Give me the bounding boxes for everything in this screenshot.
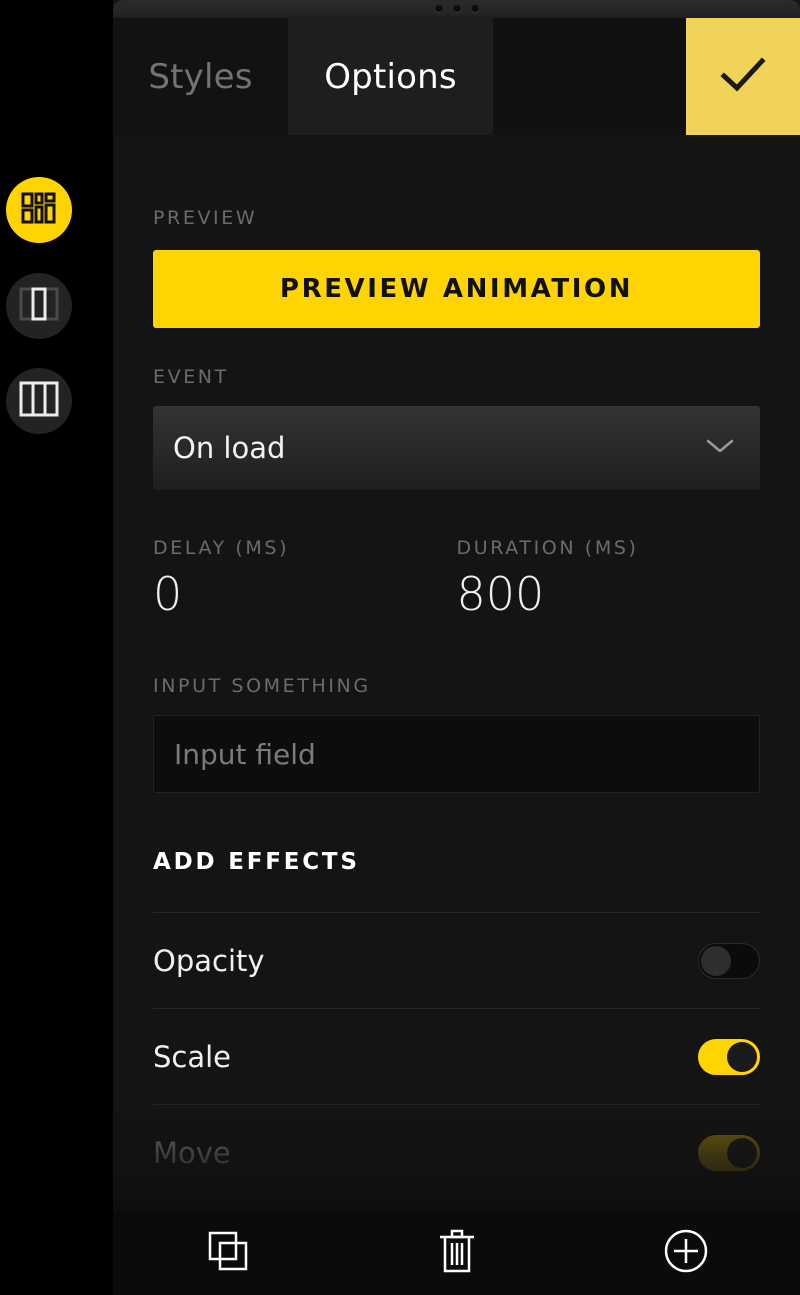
tab-options-label: Options [324,56,457,97]
effect-toggle-opacity[interactable] [698,942,760,979]
confirm-button[interactable] [686,18,800,135]
duplicate-button[interactable] [113,1210,342,1295]
delay-field[interactable]: DELAY (MS) 0 [153,537,457,617]
effect-row-opacity[interactable]: Opacity [153,912,760,1008]
three-column-layout-icon [19,381,59,421]
tab-bar: Styles Options [113,18,800,135]
tab-bar-spacer [493,18,686,135]
toggle-knob [727,1137,757,1168]
duplicate-icon [207,1230,249,1276]
effect-label-opacity: Opacity [153,943,265,978]
drag-dots-handle[interactable] [435,5,478,12]
checkmark-icon [720,56,766,98]
input-field[interactable] [153,715,760,793]
rail-item-single-column[interactable] [6,273,72,339]
chevron-down-icon [706,438,734,458]
options-scroll-area[interactable]: PREVIEW PREVIEW ANIMATION EVENT On load … [113,135,800,1210]
effect-toggle-scale[interactable] [698,1038,760,1075]
add-effects-heading: ADD EFFECTS [153,849,360,875]
delete-button[interactable] [342,1210,571,1295]
app-root: Styles Options PREVIEW PREVIEW ANIMATION… [0,0,800,1295]
bottom-toolbar [113,1210,800,1295]
preview-animation-button[interactable]: PREVIEW ANIMATION [153,250,760,328]
tab-styles[interactable]: Styles [113,18,288,135]
single-column-layout-icon [19,287,59,325]
trash-icon [437,1228,477,1278]
drag-dot [453,5,460,12]
effects-list: Opacity Scale Move [153,912,760,1200]
effect-row-move[interactable]: Move [153,1104,760,1200]
toggle-knob [727,1041,757,1072]
dashboard-grid-icon [21,192,57,228]
event-section-label: EVENT [153,366,229,388]
duration-field[interactable]: DURATION (MS) 800 [457,537,761,617]
toggle-knob [701,945,731,976]
tab-styles-label: Styles [148,56,253,97]
effect-label-scale: Scale [153,1039,232,1074]
effect-label-move: Move [153,1135,231,1170]
window-chrome-bar [113,0,800,18]
delay-label: DELAY (MS) [153,537,290,559]
effect-row-scale[interactable]: Scale [153,1008,760,1104]
duration-value: 800 [456,567,545,621]
left-rail [0,0,113,1295]
preview-section-label: PREVIEW [153,207,258,229]
add-circle-icon [663,1228,709,1278]
event-select-value: On load [173,431,286,465]
input-section-label: INPUT SOMETHING [153,675,371,697]
tab-options[interactable]: Options [288,18,493,135]
options-panel: Styles Options PREVIEW PREVIEW ANIMATION… [113,0,800,1295]
event-select[interactable]: On load [153,406,760,490]
add-button[interactable] [571,1210,800,1295]
drag-dot [471,5,478,12]
timing-fields: DELAY (MS) 0 DURATION (MS) 800 [153,490,760,617]
drag-dot [435,5,442,12]
duration-label: DURATION (MS) [456,537,639,559]
rail-item-dashboard[interactable] [6,177,72,243]
delay-value: 0 [153,567,183,621]
effect-toggle-move[interactable] [698,1134,760,1171]
rail-item-three-column[interactable] [6,368,72,434]
